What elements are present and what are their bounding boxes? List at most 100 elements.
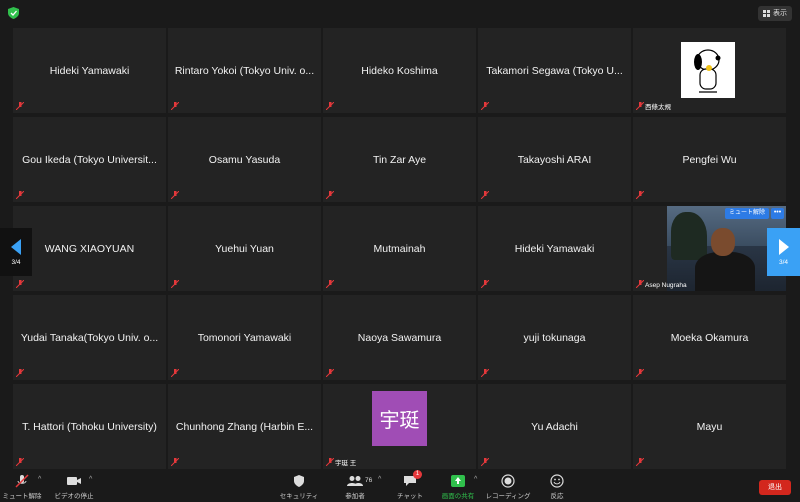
- unmute-label: ミュート解除: [2, 493, 42, 500]
- reactions-button[interactable]: 反応: [527, 473, 587, 500]
- muted-mic-icon: [636, 102, 644, 110]
- participant-avatar: 宇珽: [372, 391, 427, 446]
- participant-name: Yudai Tanaka(Tokyo Univ. o...: [20, 331, 159, 344]
- audio-options-chevron-icon[interactable]: ^: [38, 476, 41, 483]
- video-camera-icon: [66, 473, 82, 489]
- muted-mic-icon: [326, 369, 334, 377]
- muted-mic-icon: [636, 280, 644, 288]
- leave-meeting-button[interactable]: 退出: [759, 480, 791, 495]
- participant-tile[interactable]: 西條太規: [633, 28, 786, 113]
- meeting-toolbar: ミュート解除 ^ ビデオの停止 ^ セキュリティ 76 参加者 ^ 1 チャット…: [0, 470, 800, 502]
- stop-video-button[interactable]: ビデオの停止: [44, 473, 104, 500]
- snoopy-profile-picture: [681, 42, 735, 98]
- participant-name: Takayoshi ARAI: [517, 153, 592, 166]
- participant-tile[interactable]: T. Hattori (Tohoku University): [13, 384, 166, 469]
- muted-mic-icon: [481, 191, 489, 199]
- participant-tile-video[interactable]: ミュート解除 ••• Asep Nugraha: [633, 206, 786, 291]
- participant-name: Hideki Yamawaki: [514, 242, 595, 255]
- participants-count: 76: [365, 477, 373, 484]
- muted-mic-icon: [326, 191, 334, 199]
- participant-tile[interactable]: Hideki Yamawaki: [478, 206, 631, 291]
- participant-tile[interactable]: Naoya Sawamura: [323, 295, 476, 380]
- participant-tile[interactable]: Osamu Yasuda: [168, 117, 321, 202]
- security-button[interactable]: セキュリティ: [269, 473, 329, 500]
- participant-name: Hideki Yamawaki: [49, 64, 130, 77]
- participant-tile[interactable]: Tin Zar Aye: [323, 117, 476, 202]
- participant-tile[interactable]: Takamori Segawa (Tokyo U...: [478, 28, 631, 113]
- muted-mic-icon: [16, 458, 24, 466]
- participant-tile[interactable]: Yuehui Yuan: [168, 206, 321, 291]
- share-screen-icon: [451, 473, 465, 489]
- record-label: レコーディング: [485, 493, 531, 500]
- muted-mic-icon: [481, 102, 489, 110]
- reactions-label: 反応: [550, 493, 564, 500]
- participant-tile[interactable]: Chunhong Zhang (Harbin E...: [168, 384, 321, 469]
- participant-tile[interactable]: 宇珽 宇珽 王: [323, 384, 476, 469]
- participant-name: T. Hattori (Tohoku University): [22, 420, 157, 433]
- record-icon: [501, 473, 515, 489]
- unmute-participant-button[interactable]: ミュート解除: [725, 208, 770, 219]
- participant-tile[interactable]: Pengfei Wu: [633, 117, 786, 202]
- participants-icon: 76: [347, 473, 372, 489]
- shield-icon: [293, 473, 305, 489]
- participant-name: Osamu Yasuda: [208, 153, 281, 166]
- next-page-button[interactable]: 3/4: [767, 228, 800, 276]
- page-indicator: 3/4: [778, 258, 789, 266]
- grid-view-icon: [763, 10, 770, 17]
- gallery-grid: Hideki Yamawaki Rintaro Yokoi (Tokyo Uni…: [13, 28, 788, 469]
- muted-mic-icon: [171, 369, 179, 377]
- participant-tile[interactable]: Rintaro Yokoi (Tokyo Univ. o...: [168, 28, 321, 113]
- muted-mic-icon: [326, 102, 334, 110]
- security-shield-icon[interactable]: [8, 7, 19, 19]
- participant-name: Asep Nugraha: [645, 282, 687, 289]
- participant-tile[interactable]: Tomonori Yamawaki: [168, 295, 321, 380]
- stop-video-label: ビデオの停止: [54, 493, 94, 500]
- participant-name: Naoya Sawamura: [357, 331, 442, 344]
- participant-tile[interactable]: Mutmainah: [323, 206, 476, 291]
- participants-button[interactable]: 76 参加者: [325, 473, 385, 500]
- participant-tile[interactable]: Hideki Yamawaki: [13, 28, 166, 113]
- chat-unread-badge: 1: [413, 470, 422, 479]
- muted-mic-icon: [326, 458, 334, 466]
- participant-name: Tomonori Yamawaki: [197, 331, 292, 344]
- participant-name: WANG XIAOYUAN: [44, 242, 135, 255]
- participant-name: Gou Ikeda (Tokyo Universit...: [22, 153, 157, 166]
- muted-mic-icon: [636, 458, 644, 466]
- participant-tile[interactable]: Yudai Tanaka(Tokyo Univ. o...: [13, 295, 166, 380]
- participant-name: Chunhong Zhang (Harbin E...: [175, 420, 314, 433]
- muted-mic-icon: [481, 369, 489, 377]
- participant-tile[interactable]: Mayu: [633, 384, 786, 469]
- more-options-button[interactable]: •••: [771, 208, 784, 219]
- previous-page-button[interactable]: 3/4: [0, 228, 32, 276]
- participant-name: Rintaro Yokoi (Tokyo Univ. o...: [174, 64, 315, 77]
- participant-name: Mayu: [696, 420, 723, 433]
- participant-tile[interactable]: Gou Ikeda (Tokyo Universit...: [13, 117, 166, 202]
- participant-tile[interactable]: Moeka Okamura: [633, 295, 786, 380]
- muted-mic-icon: [171, 191, 179, 199]
- muted-mic-icon: [16, 280, 24, 288]
- participant-name: Mutmainah: [373, 242, 426, 255]
- participant-name: 宇珽 王: [335, 460, 357, 467]
- smiley-icon: [550, 473, 564, 489]
- security-label: セキュリティ: [279, 493, 319, 500]
- muted-mic-icon: [16, 102, 24, 110]
- muted-mic-icon: [636, 369, 644, 377]
- participant-name: Hideko Koshima: [361, 64, 438, 77]
- participant-name: yuji tokunaga: [523, 331, 586, 344]
- participant-tile[interactable]: Yu Adachi: [478, 384, 631, 469]
- chat-bubble-icon: 1: [403, 470, 422, 489]
- muted-mic-icon: [16, 369, 24, 377]
- participant-name: Moeka Okamura: [670, 331, 749, 344]
- arrow-right-icon: [778, 238, 789, 255]
- view-button[interactable]: 表示: [758, 6, 792, 21]
- top-bar: 表示: [0, 0, 800, 26]
- muted-mic-icon: [326, 280, 334, 288]
- participants-label: 参加者: [345, 493, 365, 500]
- share-options-chevron-icon[interactable]: ^: [474, 476, 477, 483]
- muted-mic-icon: [171, 102, 179, 110]
- participant-tile[interactable]: yuji tokunaga: [478, 295, 631, 380]
- participant-tile[interactable]: Takayoshi ARAI: [478, 117, 631, 202]
- participant-tile[interactable]: WANG XIAOYUAN: [13, 206, 166, 291]
- participant-tile[interactable]: Hideko Koshima: [323, 28, 476, 113]
- video-options-chevron-icon[interactable]: ^: [89, 476, 92, 483]
